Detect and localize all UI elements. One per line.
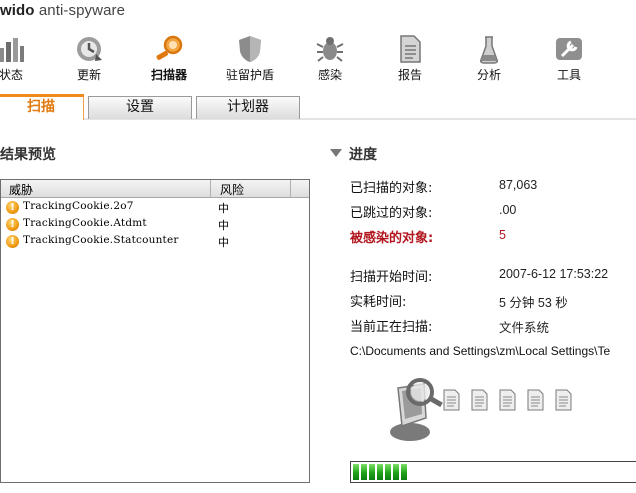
column-threat[interactable]: 威胁 <box>9 181 33 198</box>
collapse-triangle-icon <box>330 149 342 157</box>
column-risk[interactable]: 风险 <box>220 181 244 198</box>
shield-icon <box>239 36 261 62</box>
tab-settings[interactable]: 设置 <box>88 96 192 119</box>
scanning-animation-graphic <box>390 378 572 441</box>
scan-start-value: 2007-6-12 17:53:22 <box>499 267 609 281</box>
toolbar-label: 工具 <box>556 68 581 82</box>
bug-icon <box>316 37 344 62</box>
tab-bar: 扫描 设置 计划器 <box>0 94 636 120</box>
results-header: 威胁 风险 <box>1 180 309 198</box>
analysis-icon <box>480 36 498 64</box>
column-divider[interactable] <box>210 180 211 198</box>
scan-start-label: 扫描开始时间: <box>350 270 433 285</box>
warning-icon: ! <box>6 201 19 214</box>
progress-segment <box>369 464 375 480</box>
infected-objects-value: 5 <box>499 228 506 242</box>
toolbar-analysis[interactable]: 分析 <box>465 30 513 88</box>
toolbar-label: 报告 <box>397 68 422 82</box>
threat-name: TrackingCookie.Atdmt <box>23 217 147 229</box>
results-preview-title: 结果预览 <box>0 147 56 163</box>
toolbar-label: 扫描器 <box>150 68 187 82</box>
table-row[interactable]: ! TrackingCookie.2o7 中 <box>1 199 309 216</box>
threat-risk: 中 <box>218 219 229 232</box>
toolbar-label: 感染 <box>317 68 342 82</box>
skipped-objects-value: .00 <box>499 203 517 217</box>
scanned-objects-label: 已扫描的对象: <box>350 181 433 196</box>
report-icon <box>400 35 421 63</box>
progress-segment <box>377 464 383 480</box>
threat-name: TrackingCookie.Statcounter <box>23 234 179 246</box>
progress-segment <box>361 464 367 480</box>
progress-segment <box>393 464 399 480</box>
tab-scan[interactable]: 扫描 <box>0 94 84 120</box>
toolbar-reports[interactable]: 报告 <box>386 30 434 88</box>
toolbar-label: 驻留护盾 <box>225 68 274 82</box>
main-toolbar: 状态 更新 扫描器 驻留护盾 感染 报告 分析 工具 <box>0 30 636 88</box>
table-row[interactable]: ! TrackingCookie.Statcounter 中 <box>1 233 309 250</box>
current-scan-value: 文件系统 <box>499 321 550 335</box>
progress-fill <box>353 464 409 480</box>
warning-icon: ! <box>6 235 19 248</box>
toolbar-update[interactable]: 更新 <box>64 30 114 88</box>
scanned-objects-value: 87,063 <box>499 178 538 192</box>
results-list[interactable]: 威胁 风险 ! TrackingCookie.2o7 中 ! TrackingC… <box>0 179 310 483</box>
threat-name: TrackingCookie.2o7 <box>23 200 134 212</box>
progress-segment <box>353 464 359 480</box>
threat-risk: 中 <box>218 202 229 215</box>
tools-icon <box>556 38 582 60</box>
toolbar-infections[interactable]: 感染 <box>306 30 354 88</box>
tab-scheduler[interactable]: 计划器 <box>196 96 300 119</box>
table-row[interactable]: ! TrackingCookie.Atdmt 中 <box>1 216 309 233</box>
toolbar-label: 更新 <box>76 68 101 82</box>
toolbar-label: 分析 <box>476 68 501 82</box>
scanner-icon <box>156 35 183 60</box>
elapsed-time-label: 实耗时间: <box>350 295 407 310</box>
status-icon <box>0 38 24 62</box>
current-scan-label: 当前正在扫描: <box>350 320 433 335</box>
toolbar-label: 状态 <box>0 68 23 82</box>
warning-icon: ! <box>6 218 19 231</box>
toolbar-status[interactable]: 状态 <box>0 30 36 88</box>
skipped-objects-label: 已跳过的对象: <box>350 206 433 221</box>
toolbar-resident-shield[interactable]: 驻留护盾 <box>220 30 280 88</box>
threat-risk: 中 <box>218 236 229 249</box>
current-scan-path: C:\Documents and Settings\zm\Local Setti… <box>350 344 611 358</box>
toolbar-tools[interactable]: 工具 <box>545 30 593 88</box>
elapsed-time-value: 5 分钟 53 秒 <box>499 296 568 310</box>
column-divider[interactable] <box>290 180 291 198</box>
scan-progress-bar <box>350 461 636 483</box>
progress-segment <box>401 464 407 480</box>
infected-objects-label: 被感染的对象: <box>350 231 434 246</box>
app-title: wido anti-spyware <box>0 2 126 19</box>
progress-title: 进度 <box>349 147 377 163</box>
progress-section-toggle[interactable]: 进度 <box>330 144 377 164</box>
update-icon <box>77 37 102 61</box>
progress-segment <box>385 464 391 480</box>
toolbar-scanner[interactable]: 扫描器 <box>143 30 195 88</box>
